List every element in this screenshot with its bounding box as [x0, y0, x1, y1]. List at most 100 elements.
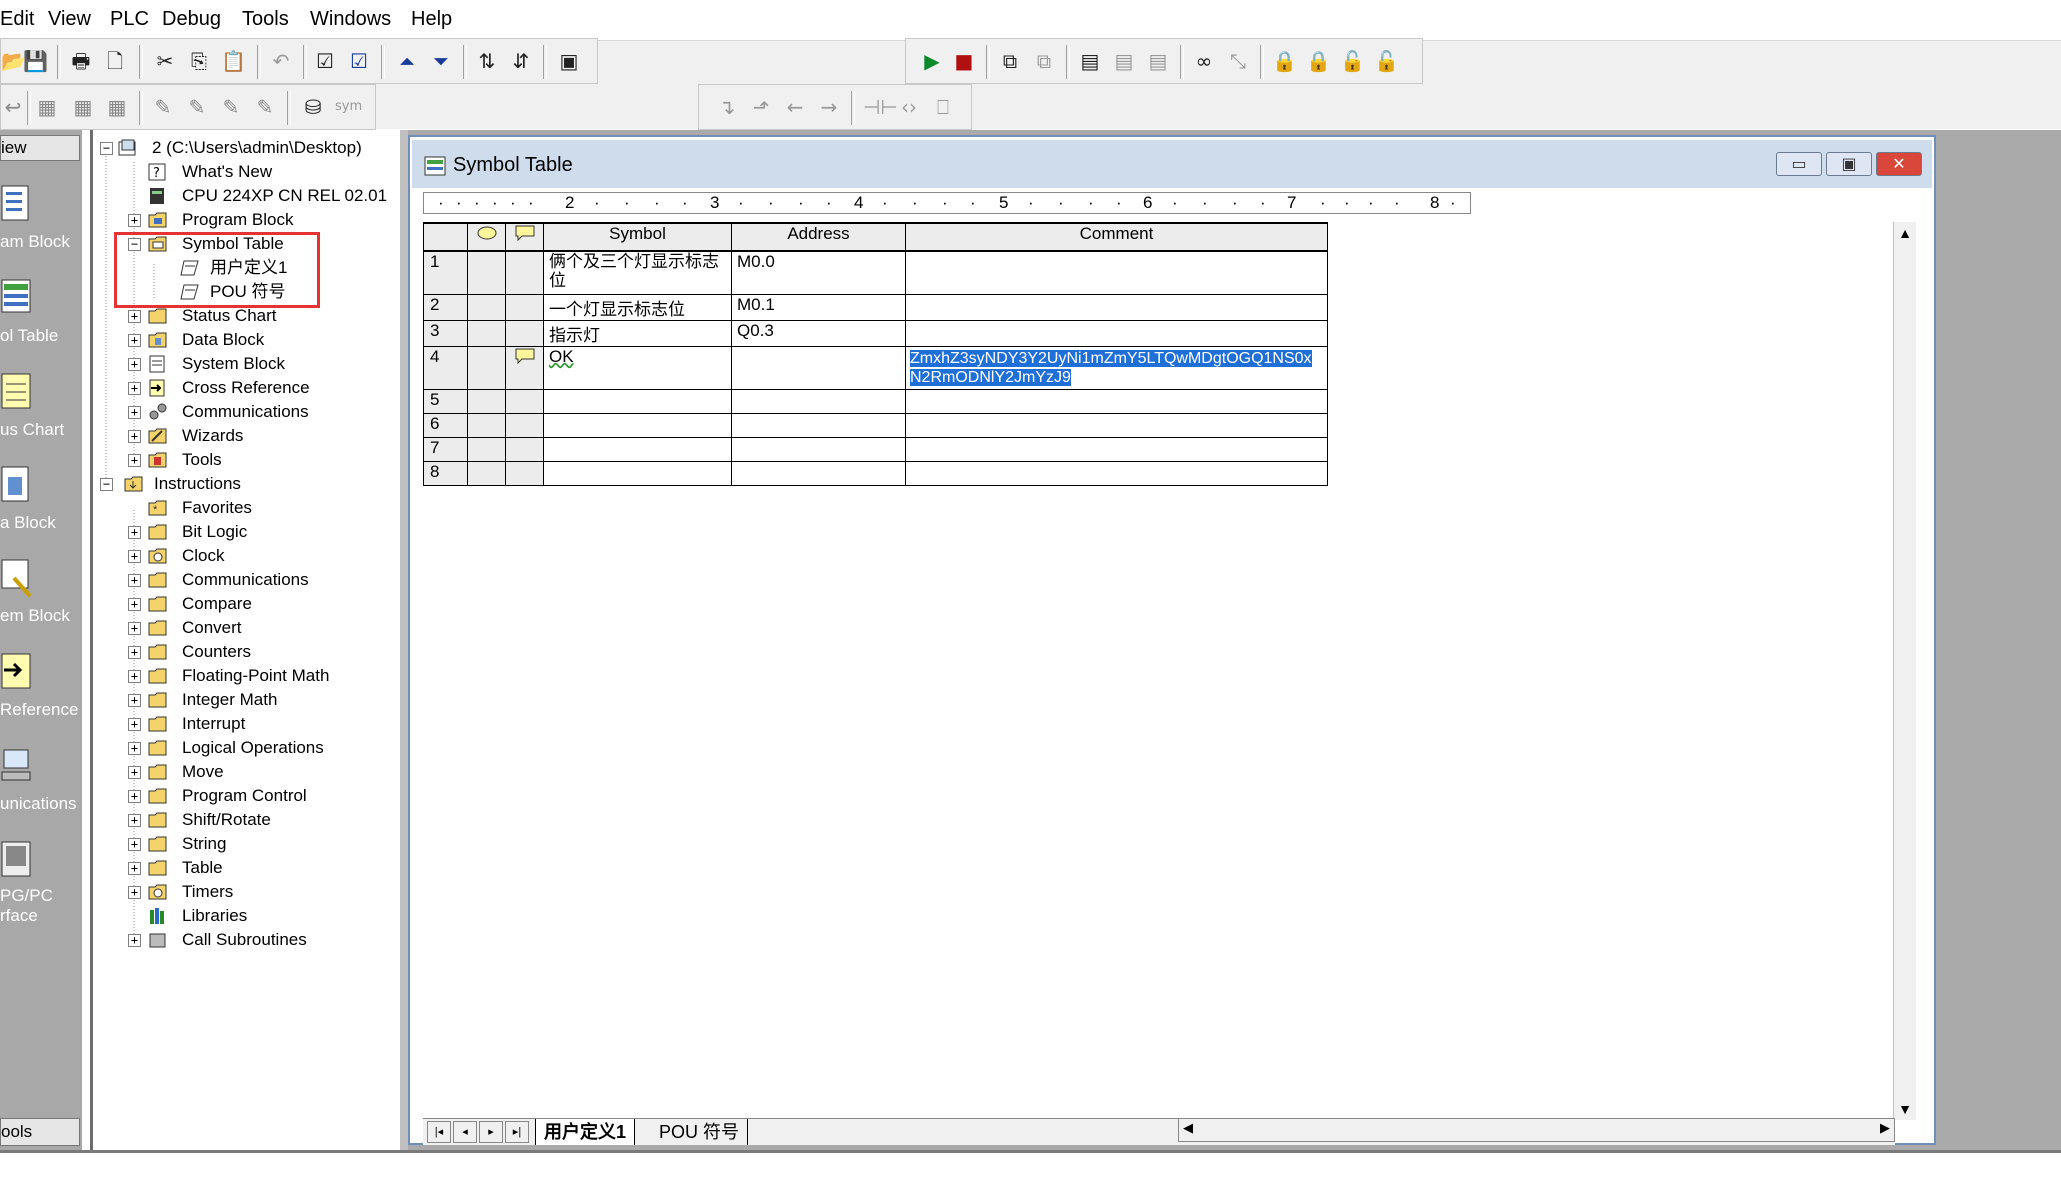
lad-view-icon[interactable]: ▦: [35, 95, 59, 119]
single-read-icon[interactable]: ▤: [1112, 49, 1136, 73]
collapse-toggle[interactable]: −: [100, 142, 113, 155]
expand-toggle[interactable]: +: [128, 718, 141, 731]
pause-status-icon[interactable]: ⧉: [1032, 49, 1056, 73]
prev-bookmark-icon[interactable]: ✎: [219, 95, 243, 119]
table-row[interactable]: 7: [423, 436, 1328, 462]
symbol-cell[interactable]: [543, 388, 732, 414]
comment-column-header[interactable]: Comment: [905, 222, 1328, 252]
table-row[interactable]: 5: [423, 388, 1328, 414]
menu-help[interactable]: Help: [411, 8, 452, 31]
address-cell[interactable]: [731, 460, 906, 486]
download-icon[interactable]: ⏷: [429, 49, 453, 73]
insert-left-wire-icon[interactable]: ←: [783, 95, 807, 119]
comment-cell[interactable]: ZmxhZ3syNDY3Y2UyNi1mZmY5LTQwMDgtOGQ1NS0x…: [905, 345, 1328, 390]
last-sheet-button[interactable]: ▸|: [505, 1121, 529, 1143]
expand-toggle[interactable]: +: [128, 598, 141, 611]
symbol-column-header[interactable]: Symbol: [543, 222, 732, 252]
expand-toggle[interactable]: +: [128, 382, 141, 395]
stop-icon[interactable]: ■: [952, 49, 976, 73]
comment-cell[interactable]: [905, 293, 1328, 321]
run-icon[interactable]: ▶: [920, 49, 944, 73]
lock-icon[interactable]: 🔒: [1272, 49, 1297, 73]
sort-descending-icon[interactable]: ⇵: [509, 49, 533, 73]
program-status-icon[interactable]: ⧉: [998, 49, 1022, 73]
table-row[interactable]: 6: [423, 412, 1328, 438]
next-bookmark-icon[interactable]: ✎: [185, 95, 209, 119]
first-sheet-button[interactable]: |◂: [427, 1121, 451, 1143]
menu-view[interactable]: View: [48, 8, 91, 31]
menu-tools[interactable]: Tools: [242, 8, 289, 31]
write-all-icon[interactable]: ▤: [1146, 49, 1170, 73]
options-icon[interactable]: ▣: [557, 49, 581, 73]
expand-toggle[interactable]: +: [128, 430, 141, 443]
back-icon[interactable]: ↩: [1, 95, 25, 119]
collapse-toggle[interactable]: −: [100, 478, 113, 491]
expand-toggle[interactable]: +: [128, 934, 141, 947]
tab-user-defined-1[interactable]: 用户定义1: [535, 1119, 636, 1145]
scroll-down-arrow-icon[interactable]: ▼: [1894, 1098, 1916, 1120]
copy-icon[interactable]: ⎘: [187, 49, 211, 73]
menu-plc[interactable]: PLC: [110, 8, 149, 31]
comment-cell[interactable]: [905, 412, 1328, 438]
apply-symbols-icon[interactable]: ⛁: [301, 95, 325, 119]
expand-toggle[interactable]: +: [128, 454, 141, 467]
window-titlebar[interactable]: [412, 140, 1932, 188]
comment-cell[interactable]: [905, 388, 1328, 414]
unused-column-header[interactable]: [505, 222, 544, 252]
force-icon[interactable]: ⤡: [1226, 49, 1250, 73]
expand-toggle[interactable]: +: [128, 214, 141, 227]
print-preview-icon[interactable]: 🗋: [103, 49, 127, 73]
unlock-icon[interactable]: 🔒: [1306, 49, 1331, 73]
symbol-cell[interactable]: [543, 460, 732, 486]
print-icon[interactable]: 🖶: [69, 49, 93, 73]
cut-icon[interactable]: ✂: [153, 49, 177, 73]
compile-icon[interactable]: ☑: [313, 49, 337, 73]
scroll-right-arrow-icon[interactable]: ▶: [1880, 1120, 1890, 1136]
table-row[interactable]: 1 俩个及三个灯显示标志位 M0.0: [423, 250, 1328, 295]
comment-cell[interactable]: [905, 460, 1328, 486]
table-row[interactable]: 4 OK ZmxhZ3syNDY3Y2UyNi1mZmY5LTQwMDgtOGQ…: [423, 345, 1328, 390]
next-sheet-button[interactable]: ▸: [479, 1121, 503, 1143]
overlap-column-header[interactable]: [467, 222, 506, 252]
insert-right-wire-icon[interactable]: →: [817, 95, 841, 119]
undo-icon[interactable]: ↶: [269, 49, 293, 73]
expand-toggle[interactable]: +: [128, 622, 141, 635]
paste-icon[interactable]: 📋: [221, 49, 246, 73]
compile-all-icon[interactable]: ☑: [347, 49, 371, 73]
comment-cell[interactable]: [905, 436, 1328, 462]
expand-toggle[interactable]: +: [128, 334, 141, 347]
table-row[interactable]: 3 指示灯 Q0.3: [423, 319, 1328, 347]
close-button[interactable]: ✕: [1876, 152, 1922, 176]
expand-toggle[interactable]: +: [128, 310, 141, 323]
insert-box-icon[interactable]: ⎕: [931, 95, 955, 119]
insert-coil-icon[interactable]: ‹›: [897, 95, 921, 119]
menu-edit[interactable]: Edit: [0, 8, 34, 31]
expand-toggle[interactable]: +: [128, 358, 141, 371]
symbol-cell[interactable]: [543, 412, 732, 438]
upload-icon[interactable]: ⏶: [395, 49, 419, 73]
address-cell[interactable]: M0.0: [731, 250, 906, 295]
expand-toggle[interactable]: +: [128, 646, 141, 659]
save-icon[interactable]: 💾: [23, 49, 48, 73]
expand-toggle[interactable]: +: [128, 838, 141, 851]
symbol-cell[interactable]: 俩个及三个灯显示标志位: [543, 250, 732, 295]
trend-view-icon[interactable]: ∞: [1192, 49, 1216, 73]
table-row[interactable]: 2 一个灯显示标志位 M0.1: [423, 293, 1328, 321]
symbol-cell[interactable]: [543, 436, 732, 462]
symbol-cell[interactable]: 一个灯显示标志位: [543, 293, 732, 321]
symbol-cell[interactable]: OK: [543, 345, 732, 390]
expand-toggle[interactable]: +: [128, 886, 141, 899]
chart-status-icon[interactable]: ▤: [1078, 49, 1102, 73]
menu-debug[interactable]: Debug: [162, 8, 221, 31]
address-cell[interactable]: Q0.3: [731, 319, 906, 347]
expand-toggle[interactable]: +: [128, 670, 141, 683]
maximize-button[interactable]: ▣: [1826, 152, 1872, 176]
insert-contact-icon[interactable]: ⊣⊢: [863, 95, 898, 119]
menu-windows[interactable]: Windows: [310, 8, 391, 31]
tab-pou-symbols[interactable]: POU 符号: [651, 1119, 749, 1145]
sort-ascending-icon[interactable]: ⇅: [475, 49, 499, 73]
unforce-all-icon[interactable]: 🔓: [1340, 49, 1365, 73]
expand-toggle[interactable]: +: [128, 766, 141, 779]
vertical-scrollbar[interactable]: ▲ ▼: [1893, 222, 1916, 1120]
address-cell[interactable]: [731, 388, 906, 414]
